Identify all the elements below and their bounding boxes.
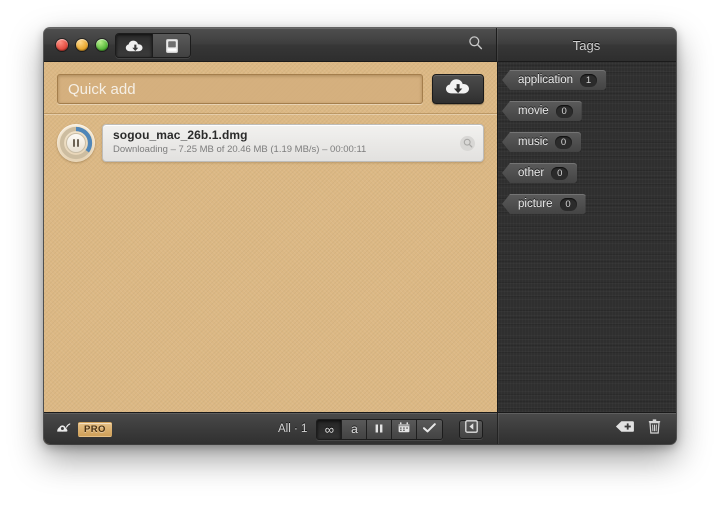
minimize-button[interactable] (76, 39, 88, 51)
hide-sidebar-icon (465, 420, 478, 438)
start-download-button[interactable] (432, 74, 484, 104)
search-button[interactable] (464, 35, 486, 55)
close-button[interactable] (56, 39, 68, 51)
window-controls (56, 39, 108, 51)
letter-a-icon: a (351, 422, 358, 436)
tags-panel-title: Tags (572, 37, 601, 53)
download-status: Downloading – 7.25 MB of 20.46 MB (1.19 … (113, 144, 367, 155)
download-info-card[interactable]: sogou_mac_26b.1.dmg Downloading – 7.25 M… (102, 124, 484, 162)
magnifier-icon (463, 135, 473, 153)
reveal-in-finder-button[interactable] (460, 136, 475, 151)
calendar-icon (398, 422, 410, 436)
download-filename: sogou_mac_26b.1.dmg (113, 128, 248, 142)
quick-add-input[interactable] (57, 74, 423, 104)
bottom-toolbar: PRO All · 1 ∞ a (44, 412, 676, 444)
tag-count: 0 (555, 104, 573, 118)
search-icon (468, 35, 483, 55)
tag-list-item[interactable]: application 1 (498, 70, 676, 101)
checkmark-icon (423, 422, 437, 436)
filter-scheduled-button[interactable] (392, 419, 418, 439)
downloads-tab[interactable] (116, 34, 153, 57)
tag-label: movie (518, 105, 549, 117)
tag-chip-application[interactable]: application 1 (502, 70, 606, 90)
bottom-toolbar-left: PRO (54, 413, 112, 444)
delete-tag-button[interactable] (643, 419, 665, 439)
add-tag-button[interactable] (614, 420, 636, 439)
pause-icon (73, 139, 75, 147)
tag-chip-music[interactable]: music 0 (502, 132, 582, 152)
tag-count: 0 (551, 166, 569, 180)
filter-active-button[interactable]: a (342, 419, 368, 439)
filter-paused-button[interactable] (367, 419, 393, 439)
pause-icon (77, 139, 79, 147)
tag-list-item[interactable]: picture 0 (498, 194, 676, 225)
tag-list-item[interactable]: music 0 (498, 132, 676, 163)
tag-list-item[interactable]: movie 0 (498, 101, 676, 132)
snail-icon[interactable] (54, 420, 71, 438)
cloud-download-icon (125, 39, 144, 53)
view-mode-tabs (115, 33, 191, 58)
tag-label: picture (518, 198, 553, 210)
tag-chip-movie[interactable]: movie 0 (502, 101, 582, 121)
download-progress-ring[interactable] (57, 124, 95, 162)
downloads-pane: sogou_mac_26b.1.dmg Downloading – 7.25 M… (44, 62, 497, 444)
infinity-icon: ∞ (324, 421, 335, 437)
quick-add-bar (44, 62, 497, 114)
tag-label: other (518, 167, 545, 179)
download-row[interactable]: sogou_mac_26b.1.dmg Downloading – 7.25 M… (57, 123, 484, 163)
bottom-toolbar-center: All · 1 ∞ a (278, 413, 484, 444)
tag-count: 0 (555, 135, 573, 149)
tag-chip-picture[interactable]: picture 0 (502, 194, 586, 214)
dropbox-tab[interactable] (153, 34, 190, 57)
tag-label: music (518, 136, 549, 148)
pause-icon (375, 422, 383, 436)
filter-segmented-control: ∞ a (316, 418, 444, 440)
pause-button[interactable] (66, 133, 86, 153)
tag-plus-icon (615, 420, 635, 438)
pro-badge[interactable]: PRO (78, 421, 112, 437)
trash-icon (648, 419, 661, 439)
tag-label: application (518, 74, 573, 86)
zoom-button[interactable] (96, 39, 108, 51)
app-window: Tags Quick add sogou_mac_26b.1.dmg Downl… (44, 28, 676, 444)
tag-list-item[interactable]: other 0 (498, 163, 676, 194)
tag-count: 0 (559, 197, 577, 211)
bottom-toolbar-divider (497, 413, 498, 444)
tag-chip-other[interactable]: other 0 (502, 163, 578, 183)
inbox-tray-icon (165, 38, 179, 54)
item-count-label: All · 1 (278, 423, 308, 435)
toggle-tags-sidebar-button[interactable] (459, 419, 484, 439)
titlebar: Tags (44, 28, 676, 62)
filter-completed-button[interactable] (417, 419, 443, 439)
cloud-download-icon (445, 77, 471, 101)
tags-pane: application 1 movie 0 music 0 other 0 pi… (497, 62, 676, 444)
filter-all-button[interactable]: ∞ (317, 419, 343, 439)
tag-count: 1 (579, 73, 597, 87)
bottom-toolbar-right (614, 413, 665, 444)
